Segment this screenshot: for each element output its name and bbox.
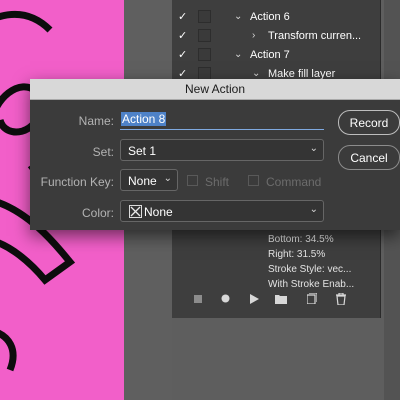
step-detail: Right: 31.5% [268,249,326,260]
dialog-title[interactable]: New Action [30,79,400,100]
cancel-button[interactable]: Cancel [338,145,400,170]
command-checkbox[interactable] [248,175,259,186]
record-icon[interactable] [221,294,230,306]
action-row[interactable]: ✓ › Transform curren... [172,26,380,45]
name-field[interactable]: Action 8 [120,110,324,130]
chevron-down-icon: ⌄ [309,204,318,215]
action-label: Action 6 [250,10,290,23]
chevron-down-icon[interactable]: ⌄ [234,49,242,60]
toggle-check-icon[interactable]: ✓ [178,48,190,61]
trash-icon[interactable] [336,291,346,308]
chevron-down-icon: ⌄ [309,143,318,154]
color-select[interactable]: None ⌄ [120,200,324,222]
record-button[interactable]: Record [338,110,400,135]
command-label: Command [266,175,322,189]
chevron-down-icon[interactable]: ⌄ [234,11,242,22]
step-detail: Bottom: 34.5% [268,234,334,245]
shift-checkbox[interactable] [187,175,198,186]
step-detail: Stroke Style: vec... [268,264,352,275]
function-key-label: Function Key: [40,175,114,189]
chevron-right-icon[interactable]: › [252,30,255,41]
chevron-down-icon: ⌄ [163,173,172,184]
action-step-label: Transform curren... [268,29,362,42]
actions-toolbar [172,288,380,312]
chevron-down-icon[interactable]: ⌄ [252,68,260,79]
set-select[interactable]: Set 1 ⌄ [120,139,324,161]
dialog-toggle-box[interactable] [198,48,211,61]
toggle-check-icon[interactable]: ✓ [178,29,190,42]
shift-label: Shift [205,175,230,189]
name-value: Action 8 [121,112,167,126]
new-action-dialog: New Action Name: Action 8 Set: Set 1 ⌄ F… [30,79,400,230]
set-label: Set: [92,145,114,159]
folder-icon[interactable] [275,294,287,307]
dialog-toggle-box[interactable] [198,29,211,42]
no-color-swatch-icon [129,205,142,218]
function-key-select[interactable]: None ⌄ [120,169,178,191]
toggle-check-icon[interactable]: ✓ [178,10,190,23]
set-value: Set 1 [128,144,157,158]
dialog-toggle-box[interactable] [198,10,211,23]
action-label: Action 7 [250,48,290,61]
play-icon[interactable] [250,293,259,307]
color-label: Color: [81,206,114,220]
color-value: None [144,205,173,219]
new-action-icon[interactable] [306,292,318,307]
action-row[interactable]: ✓ ⌄ Action 7 [172,45,380,64]
stop-icon[interactable] [194,294,202,306]
function-key-value: None [128,174,157,188]
action-row[interactable]: ✓ ⌄ Action 6 [172,7,380,26]
name-label: Name: [78,114,114,128]
action-step-label: Make fill layer [268,67,336,80]
